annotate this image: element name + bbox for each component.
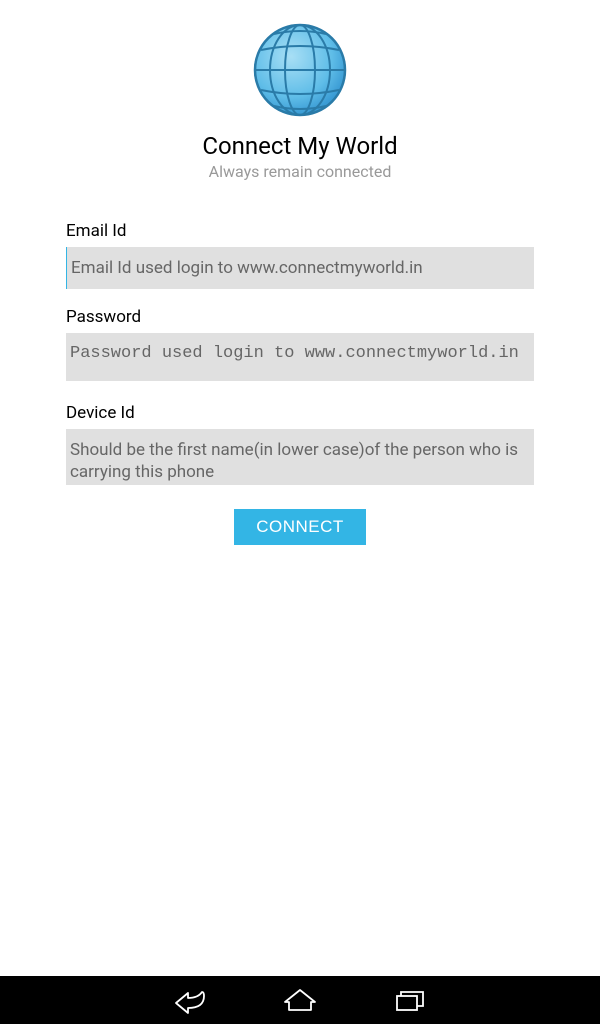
email-label: Email Id: [66, 221, 534, 241]
email-input[interactable]: [66, 247, 534, 289]
device-label: Device Id: [66, 403, 534, 423]
home-icon[interactable]: [280, 980, 320, 1020]
connect-button[interactable]: CONNECT: [234, 509, 366, 545]
recent-apps-icon[interactable]: [390, 980, 430, 1020]
back-icon[interactable]: [170, 980, 210, 1020]
android-nav-bar: [0, 976, 600, 1024]
password-group: Password: [66, 307, 534, 385]
app-header: Connect My World Always remain connected: [0, 0, 600, 191]
password-label: Password: [66, 307, 534, 327]
globe-icon: [250, 20, 350, 124]
email-group: Email Id: [66, 221, 534, 289]
device-group: Device Id: [66, 403, 534, 489]
app-subtitle: Always remain connected: [0, 162, 600, 181]
device-input[interactable]: [66, 429, 534, 485]
password-input[interactable]: [66, 333, 534, 381]
app-title: Connect My World: [0, 132, 600, 160]
login-form: Email Id Password Device Id CONNECT: [0, 191, 600, 545]
